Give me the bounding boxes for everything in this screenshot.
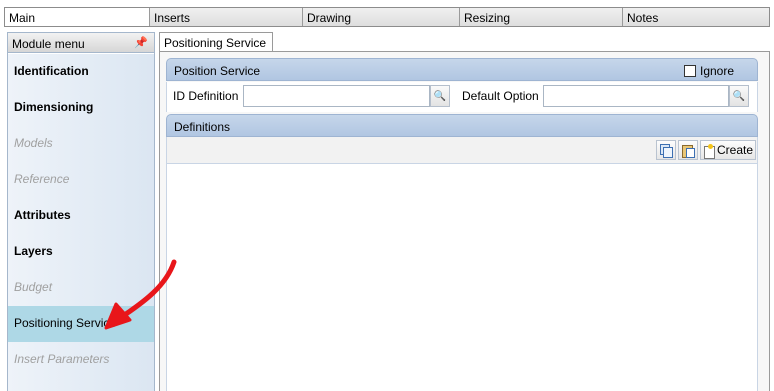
module-menu-title: Module menu (12, 37, 85, 51)
red-arrow-annotation (104, 259, 177, 330)
module-menu-header: Module menu 📌 (8, 33, 154, 53)
module-menu-list: Identification Dimensioning Models Refer… (8, 54, 154, 391)
definitions-header: Definitions (166, 114, 758, 137)
binoculars-icon[interactable]: 🔍 (729, 85, 749, 107)
tab-positioning-service[interactable]: Positioning Service (159, 32, 274, 52)
module-item-dimensioning[interactable]: Dimensioning (8, 90, 154, 126)
tab-drawing[interactable]: Drawing (303, 8, 460, 26)
default-option-label: Default Option (462, 89, 539, 103)
tab-inserts[interactable]: Inserts (150, 8, 303, 26)
module-item-insert-parameters: Insert Parameters (14, 352, 110, 366)
copy-icon (660, 144, 673, 158)
binoculars-icon[interactable]: 🔍 (430, 85, 450, 107)
module-menu-panel: Module menu 📌 Identification Dimensionin… (7, 32, 155, 391)
definitions-toolbar: Create (166, 137, 758, 163)
default-option-input[interactable] (543, 85, 729, 107)
tab-resizing[interactable]: Resizing (460, 8, 623, 26)
arrow-head (104, 302, 132, 330)
pin-icon[interactable]: 📌 (134, 36, 148, 49)
definitions-grid[interactable] (166, 163, 758, 391)
ignore-checkbox[interactable] (684, 65, 696, 77)
create-button[interactable]: Create (700, 140, 756, 160)
position-service-header: Position Service (166, 58, 758, 81)
tab-main[interactable]: Main (5, 8, 150, 26)
module-item-attributes[interactable]: Attributes (8, 198, 154, 234)
ignore-label: Ignore (700, 64, 735, 78)
paste-icon (682, 144, 695, 158)
module-item-models: Models (14, 136, 53, 150)
new-document-icon (703, 143, 715, 159)
top-tab-strip: Main Inserts Drawing Resizing Notes (4, 7, 770, 27)
tab-notes[interactable]: Notes (623, 8, 769, 26)
arrow-shaft (117, 259, 177, 321)
module-item-reference: Reference (14, 172, 70, 186)
id-definition-label: ID Definition (173, 89, 239, 103)
paste-button[interactable] (678, 140, 698, 160)
create-label: Create (716, 143, 754, 157)
ignore-checkbox-group[interactable]: Ignore (684, 64, 734, 78)
module-item-identification[interactable]: Identification (8, 54, 154, 90)
copy-button[interactable] (656, 140, 676, 160)
id-definition-input[interactable] (243, 85, 430, 107)
